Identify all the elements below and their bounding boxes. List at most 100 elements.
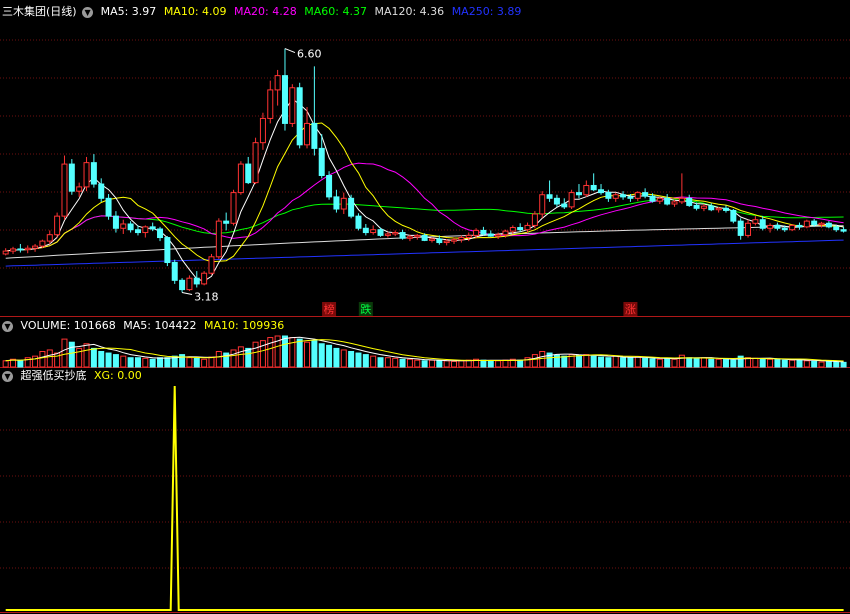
candle <box>524 224 531 231</box>
volume-bar <box>480 359 487 368</box>
event-marker-label: 榜 <box>324 302 335 316</box>
candle <box>83 162 90 188</box>
candle <box>46 234 53 242</box>
volume-bar <box>759 358 766 368</box>
volume-bar <box>708 358 715 368</box>
candle <box>458 237 465 241</box>
chevron-down-icon[interactable]: ▼ <box>2 370 13 382</box>
volume-panel-header: ▼ VOLUME: 101668 MA5: 104422 MA10: 10993… <box>0 318 288 334</box>
volume-bar <box>678 354 685 368</box>
volume-bar <box>502 359 509 368</box>
candle <box>112 215 119 229</box>
low-pointer <box>181 291 193 295</box>
candle <box>311 122 318 149</box>
volume-label: VOLUME: 101668 <box>20 319 116 332</box>
candle <box>164 237 171 264</box>
candle <box>193 277 200 285</box>
stock-chart[interactable]: 6.60 3.18 榜 跌 涨 <box>0 0 850 614</box>
vol-ma5-label: MA5: 104422 <box>123 319 197 332</box>
candle <box>568 192 575 208</box>
candle <box>656 197 663 202</box>
xg-signal-line <box>5 385 844 611</box>
volume-bar <box>583 354 590 368</box>
candle <box>495 234 502 237</box>
candle <box>289 87 296 124</box>
candle <box>24 247 31 251</box>
candle <box>2 250 9 255</box>
volume-bar <box>2 360 9 368</box>
volume-bar <box>384 357 391 368</box>
volume-bar <box>642 357 649 368</box>
candle <box>414 234 421 238</box>
event-marker-label: 跌 <box>360 302 371 316</box>
candle <box>157 228 164 239</box>
candle <box>10 248 17 252</box>
volume-bar <box>664 357 671 368</box>
volume-bar <box>406 358 413 368</box>
volume-bar <box>730 359 737 368</box>
volume-bar <box>789 359 796 368</box>
ma250-line <box>5 239 844 267</box>
volume-bar <box>68 341 75 368</box>
volume-bar <box>715 358 722 368</box>
volume-bar <box>656 358 663 368</box>
candle <box>818 222 825 226</box>
volume-bar <box>414 359 421 368</box>
candle <box>509 227 516 232</box>
candle <box>267 89 274 119</box>
volume-bar <box>98 351 105 368</box>
candle <box>774 224 781 229</box>
volume-bar <box>796 359 803 368</box>
volume-bar <box>157 357 164 368</box>
volume-bar <box>267 337 274 368</box>
candle <box>120 223 127 229</box>
candle <box>678 197 685 203</box>
vol-ma10-label: MA10: 109936 <box>203 319 285 332</box>
candle <box>179 279 186 291</box>
candle <box>54 215 61 236</box>
volume-bar <box>627 357 634 368</box>
candle <box>142 226 149 234</box>
volume-bar <box>612 355 619 368</box>
chevron-down-icon[interactable]: ▼ <box>2 320 13 332</box>
candle <box>796 224 803 228</box>
candle <box>833 226 840 231</box>
candle <box>583 184 590 196</box>
volume-bar <box>590 355 597 368</box>
candle <box>90 162 97 185</box>
volume-bar <box>370 355 377 368</box>
candle <box>649 195 656 202</box>
volume-bar <box>326 344 333 368</box>
volume-bar <box>840 361 847 368</box>
candle <box>553 197 560 205</box>
volume-bar <box>245 347 252 368</box>
candle <box>708 205 715 211</box>
volume-bar <box>39 351 46 368</box>
volume-bar <box>105 352 112 368</box>
candle <box>451 239 458 242</box>
candle <box>531 213 538 226</box>
chevron-down-icon[interactable]: ▼ <box>82 6 94 18</box>
price-panel-header: 三木集团(日线) ▼ MA5: 3.97 MA10: 4.09 MA20: 4.… <box>0 4 525 20</box>
candle <box>76 186 83 192</box>
volume-bar <box>561 355 568 368</box>
volume-bar <box>296 338 303 368</box>
candle <box>252 142 259 184</box>
candle <box>428 238 435 241</box>
volume-bar <box>598 356 605 368</box>
ma60-label: MA60: 4.37 <box>304 5 367 18</box>
candle <box>105 197 112 217</box>
volume-bar <box>428 359 435 368</box>
candle <box>237 163 244 194</box>
volume-bar <box>436 360 443 368</box>
volume-bar <box>120 355 127 368</box>
volume-bar <box>46 349 53 368</box>
volume-bar <box>752 357 759 368</box>
volume-bar <box>722 359 729 368</box>
candle <box>561 203 568 208</box>
candle <box>767 224 774 229</box>
volume-bar <box>495 360 502 368</box>
candle <box>671 201 678 205</box>
volume-bar <box>539 351 546 368</box>
candle <box>612 194 619 199</box>
